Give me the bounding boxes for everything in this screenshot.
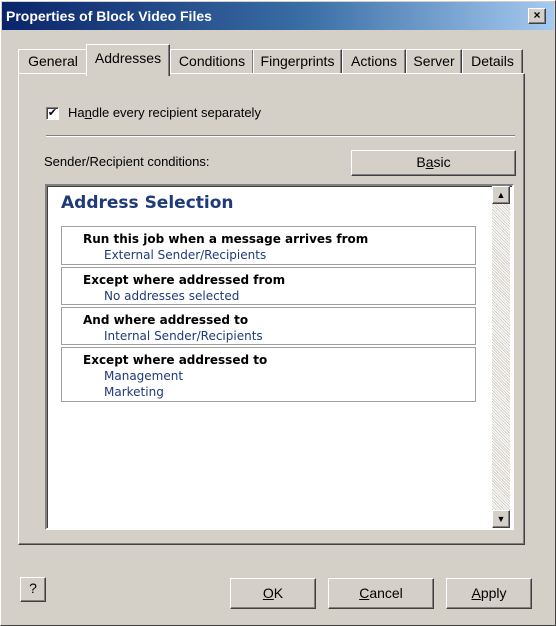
ok-button[interactable]: OK xyxy=(230,578,316,609)
tab-actions[interactable]: Actions xyxy=(342,49,406,74)
condition-heading: Run this job when a message arrives from xyxy=(83,232,369,246)
condition-value-link[interactable]: No addresses selected xyxy=(83,288,475,304)
checkmark-icon: ✔ xyxy=(47,107,58,119)
apply-button[interactable]: Apply xyxy=(446,578,532,609)
label-part: ancel xyxy=(369,585,403,601)
scroll-down-button[interactable]: ▼ xyxy=(492,510,510,528)
properties-dialog: Properties of Block Video Files × Genera… xyxy=(0,0,556,626)
condition-except-from[interactable]: Except where addressed from No addresses… xyxy=(61,267,476,305)
help-button[interactable]: ? xyxy=(20,577,46,602)
condition-value-link[interactable]: Management xyxy=(83,368,475,384)
label-part: dle every recipient separately xyxy=(91,105,261,120)
window-title: Properties of Block Video Files xyxy=(6,8,212,24)
tab-label: Actions xyxy=(351,53,397,69)
help-icon: ? xyxy=(29,580,37,596)
tab-label: Addresses xyxy=(94,50,162,66)
arrow-up-icon: ▲ xyxy=(496,190,506,200)
handle-separately-checkbox[interactable]: ✔ xyxy=(46,107,59,120)
close-icon: × xyxy=(533,8,541,22)
tab-label: Server xyxy=(413,53,455,69)
condition-heading: Except where addressed to xyxy=(83,353,268,367)
tab-label: General xyxy=(28,53,78,69)
sender-recipient-conditions-label: Sender/Recipient conditions: xyxy=(44,154,210,169)
tab-fingerprints[interactable]: Fingerprints xyxy=(253,49,342,74)
title-bar[interactable]: Properties of Block Video Files × xyxy=(2,2,554,30)
basic-button[interactable]: Basic xyxy=(351,150,516,176)
label-part: K xyxy=(273,585,284,601)
tab-server[interactable]: Server xyxy=(406,49,462,74)
condition-value-link[interactable]: External Sender/Recipients xyxy=(83,247,475,263)
accelerator-key: n xyxy=(84,105,92,120)
label-part: B xyxy=(416,154,426,170)
accelerator-key: a xyxy=(425,154,434,170)
tab-details[interactable]: Details xyxy=(462,49,523,74)
address-selection-title: Address Selection xyxy=(61,193,234,213)
condition-heading: Except where addressed from xyxy=(83,273,286,287)
label-part: sic xyxy=(433,154,451,170)
close-button[interactable]: × xyxy=(528,8,546,24)
tab-label: Fingerprints xyxy=(260,53,335,69)
accelerator-key: O xyxy=(262,585,274,601)
tab-conditions[interactable]: Conditions xyxy=(170,49,254,74)
condition-addressed-to[interactable]: And where addressed to Internal Sender/R… xyxy=(61,307,476,345)
tab-label: Conditions xyxy=(178,53,246,69)
condition-except-to[interactable]: Except where addressed to Management Mar… xyxy=(61,347,476,402)
addresses-tab-panel: ✔ Handle every recipient separately Send… xyxy=(18,73,525,545)
condition-value-link[interactable]: Internal Sender/Recipients xyxy=(83,328,475,344)
condition-heading: And where addressed to xyxy=(83,313,249,327)
address-selection-view[interactable]: Address Selection Run this job when a me… xyxy=(45,184,514,530)
label-part: pply xyxy=(480,585,507,601)
tab-label: Details xyxy=(471,53,514,69)
condition-value-link[interactable]: Marketing xyxy=(83,384,475,400)
cancel-button[interactable]: Cancel xyxy=(328,578,434,609)
tab-addresses[interactable]: Addresses xyxy=(86,44,170,76)
condition-arrives-from[interactable]: Run this job when a message arrives from… xyxy=(61,226,476,265)
handle-separately-label[interactable]: Handle every recipient separately xyxy=(68,105,261,120)
accelerator-key: A xyxy=(471,585,481,601)
separator xyxy=(46,135,515,137)
label-part: Ha xyxy=(68,105,85,120)
scroll-up-button[interactable]: ▲ xyxy=(492,186,510,204)
tab-general[interactable]: General xyxy=(18,49,88,74)
arrow-down-icon: ▼ xyxy=(496,514,506,524)
vertical-scrollbar[interactable] xyxy=(492,186,510,528)
accelerator-key: C xyxy=(359,585,370,601)
